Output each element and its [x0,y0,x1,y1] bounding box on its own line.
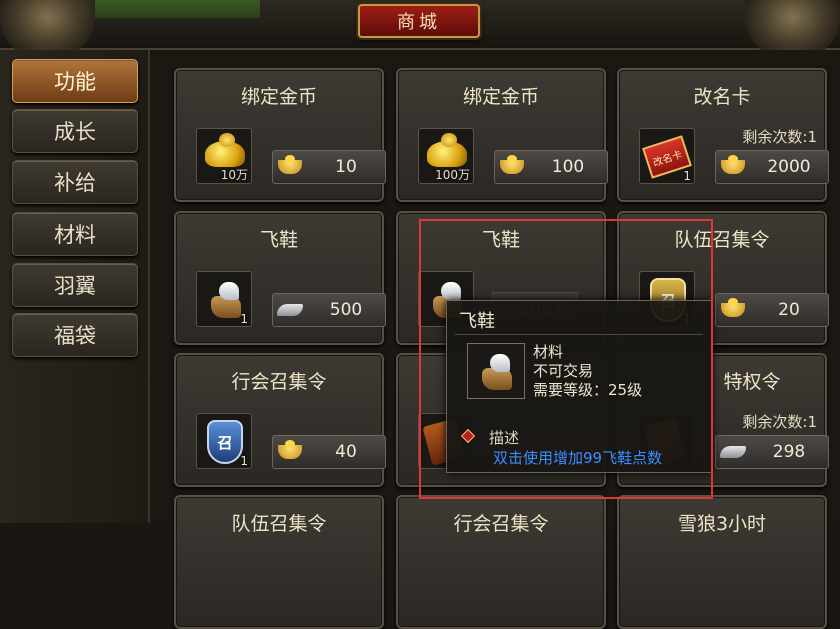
category-sidebar: 功能 成长 补给 材料 羽翼 福袋 [0,50,150,523]
item-quantity: 10万 [220,168,248,182]
gold-coins-icon [205,133,245,167]
item-icon-slot[interactable]: 100万 [418,128,474,184]
item-price: 500 [329,300,363,320]
tab-growth[interactable]: 成长 [12,109,138,153]
item-price: 10 [335,157,357,177]
tooltip-type: 材料 [533,343,564,361]
gold-ingot-icon [721,298,745,317]
shop-item-card[interactable]: 雪狼3小时 [617,495,827,629]
tooltip-divider [455,334,703,335]
item-title: 飞鞋 [481,229,520,251]
silver-wing-icon [277,304,303,316]
buy-button[interactable]: 100 [494,150,608,184]
remaining-count: 剩余次数:1 [742,413,817,431]
gold-ingot-icon [500,155,524,174]
item-quantity: 100万 [435,168,470,182]
item-title: 绑定金币 [462,86,539,108]
item-icon-slot[interactable]: 10万 [196,128,252,184]
shop-item-card[interactable]: 飞鞋 1 500 [174,211,386,345]
item-tooltip: 飞鞋 材料 不可交易 需要等级：25级 描述 双击使用增加99飞鞋点数 [446,300,712,473]
gold-ingot-icon [721,155,745,174]
shop-item-card[interactable]: 行会召集令 [396,495,606,629]
item-price: 298 [772,442,806,462]
shop-item-card[interactable]: 改名卡 剩余次数:1 改名卡 1 2000 [617,68,829,202]
item-icon-slot[interactable]: 改名卡 1 [639,128,695,184]
top-scenery [80,0,260,18]
tooltip-description-title: 描述 [489,429,520,447]
shop-item-card[interactable]: 行会召集令 召 1 40 [174,353,386,487]
item-icon-slot[interactable]: 召 1 [196,413,252,469]
shop-item-card[interactable]: 队伍召集令 [174,495,384,629]
item-quantity: 1 [240,312,248,326]
buy-button[interactable]: 500 [272,293,386,327]
tab-supply[interactable]: 补给 [12,160,138,204]
item-title: 队伍召集令 [674,229,770,251]
gold-ingot-icon [278,155,302,174]
buy-button[interactable]: 2000 [715,150,829,184]
shop-item-card[interactable]: 绑定金币 100万 100 [396,68,608,202]
item-price: 20 [778,300,800,320]
tooltip-info: 材料 不可交易 需要等级：25级 [533,343,642,400]
tab-function[interactable]: 功能 [12,59,138,103]
item-price: 40 [335,442,357,462]
buy-button[interactable]: 40 [272,435,386,469]
item-title: 绑定金币 [240,86,317,108]
item-quantity: 1 [240,454,248,468]
item-title: 改名卡 [693,86,751,108]
item-title: 飞鞋 [259,229,298,251]
shop-item-card[interactable]: 绑定金币 10万 10 [174,68,386,202]
tooltip-item-icon-slot [467,343,525,399]
tab-materials[interactable]: 材料 [12,212,138,256]
item-title: 行会召集令 [231,371,327,393]
winged-shoe-icon [480,354,514,392]
gold-ingot-icon [278,440,302,459]
description-diamond-icon [460,428,476,444]
window-title: 商城 [358,4,480,38]
tooltip-description-text: 双击使用增加99飞鞋点数 [493,449,663,467]
winged-shoe-icon [209,282,243,320]
item-price: 2000 [767,157,811,177]
guild-summon-icon: 召 [207,420,243,464]
buy-button[interactable]: 20 [715,293,829,327]
tab-lucky-bag[interactable]: 福袋 [12,313,138,357]
silver-wing-icon [720,446,746,458]
gold-coins-icon [427,133,467,167]
tooltip-trade: 不可交易 [533,362,594,380]
item-price: 100 [551,157,585,177]
tab-wings[interactable]: 羽翼 [12,263,138,307]
item-icon-slot[interactable]: 1 [196,271,252,327]
remaining-count: 剩余次数:1 [742,128,817,146]
buy-button[interactable]: 10 [272,150,386,184]
tooltip-level: 需要等级：25级 [533,381,643,399]
buy-button[interactable]: 298 [715,435,829,469]
item-quantity: 1 [683,169,691,183]
tooltip-item-name: 飞鞋 [459,311,495,332]
